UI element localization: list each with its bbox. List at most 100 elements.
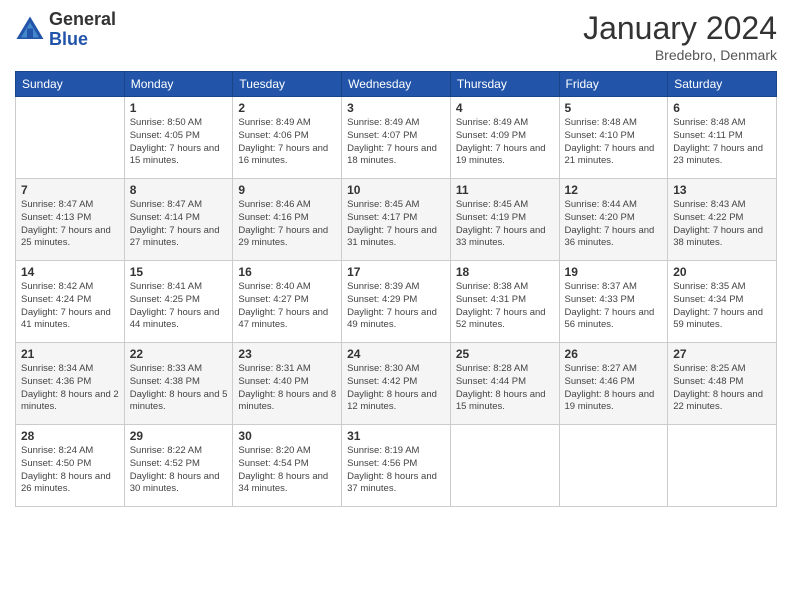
logo-icon — [15, 15, 45, 45]
calendar-cell: 5Sunrise: 8:48 AM Sunset: 4:10 PM Daylig… — [559, 97, 668, 179]
calendar-cell: 10Sunrise: 8:45 AM Sunset: 4:17 PM Dayli… — [342, 179, 451, 261]
calendar-table: Sunday Monday Tuesday Wednesday Thursday… — [15, 71, 777, 507]
calendar-cell: 12 Sunrise: 8:44 AM Sunset: 4:20 PM Dayli… — [559, 179, 668, 261]
day-number: 4 — [456, 101, 554, 115]
calendar-cell: 13 Sunrise: 8:43 AM Sunset: 4:22 PM Dayli… — [668, 179, 777, 261]
day-number: 8 — [130, 183, 228, 197]
calendar-cell: 25 Sunrise: 8:28 AM Sunset: 4:44 PM Dayli… — [450, 343, 559, 425]
day-number: 19 — [565, 265, 663, 279]
day-number: 22 — [130, 347, 228, 361]
day-info: Sunrise: 8:22 AM Sunset: 4:52 PM Dayligh… — [130, 445, 228, 496]
calendar-cell: 9 Sunrise: 8:46 AM Sunset: 4:16 PM Daylig… — [233, 179, 342, 261]
day-number: 23 — [238, 347, 336, 361]
calendar-cell: 17 Sunrise: 8:39 AM Sunset: 4:29 PM Dayli… — [342, 261, 451, 343]
day-info: Sunrise: 8:25 AM Sunset: 4:48 PM Dayligh… — [673, 363, 771, 414]
calendar-cell: 4 Sunrise: 8:49 AM Sunset: 4:09 PM Daylig… — [450, 97, 559, 179]
month-title: January 2024 — [583, 10, 777, 47]
calendar-cell: 16 Sunrise: 8:40 AM Sunset: 4:27 PM Dayli… — [233, 261, 342, 343]
calendar-week-row: 28Sunrise: 8:24 AM Sunset: 4:50 PM Dayli… — [16, 425, 777, 507]
calendar-cell: 3 Sunrise: 8:49 AM Sunset: 4:07 PM Daylig… — [342, 97, 451, 179]
header: General Blue January 2024 Bredebro, Denm… — [15, 10, 777, 63]
title-block: January 2024 Bredebro, Denmark — [583, 10, 777, 63]
calendar-cell: 1 Sunrise: 8:50 AM Sunset: 4:05 PM Daylig… — [124, 97, 233, 179]
day-info: Sunrise: 8:19 AM Sunset: 4:56 PM Dayligh… — [347, 445, 445, 496]
day-info: Sunrise: 8:49 AM Sunset: 4:06 PM Dayligh… — [238, 117, 336, 168]
day-number: 11 — [456, 183, 554, 197]
calendar-cell: 15 Sunrise: 8:41 AM Sunset: 4:25 PM Dayli… — [124, 261, 233, 343]
day-number: 30 — [238, 429, 336, 443]
col-wednesday: Wednesday — [342, 72, 451, 97]
calendar-cell: 14 Sunrise: 8:42 AM Sunset: 4:24 PM Dayli… — [16, 261, 125, 343]
day-number: 1 — [130, 101, 228, 115]
day-info: Sunrise: 8:43 AM Sunset: 4:22 PM Dayligh… — [673, 199, 771, 250]
calendar-cell: 2 Sunrise: 8:49 AM Sunset: 4:06 PM Daylig… — [233, 97, 342, 179]
day-number: 16 — [238, 265, 336, 279]
day-info: Sunrise: 8:44 AM Sunset: 4:20 PM Dayligh… — [565, 199, 663, 250]
day-info: Sunrise: 8:35 AM Sunset: 4:34 PM Dayligh… — [673, 281, 771, 332]
day-number: 9 — [238, 183, 336, 197]
day-number: 28 — [21, 429, 119, 443]
calendar-cell: 21 Sunrise: 8:34 AM Sunset: 4:36 PM Dayli… — [16, 343, 125, 425]
day-number: 24 — [347, 347, 445, 361]
day-info: Sunrise: 8:34 AM Sunset: 4:36 PM Dayligh… — [21, 363, 119, 414]
calendar-cell: 27 Sunrise: 8:25 AM Sunset: 4:48 PM Dayli… — [668, 343, 777, 425]
col-sunday: Sunday — [16, 72, 125, 97]
day-info: Sunrise: 8:48 AM Sunset: 4:10 PM Dayligh… — [565, 117, 663, 168]
calendar-cell — [668, 425, 777, 507]
calendar-header-row: Sunday Monday Tuesday Wednesday Thursday… — [16, 72, 777, 97]
day-info: Sunrise: 8:47 AM Sunset: 4:14 PM Dayligh… — [130, 199, 228, 250]
day-info: Sunrise: 8:50 AM Sunset: 4:05 PM Dayligh… — [130, 117, 228, 168]
logo: General Blue — [15, 10, 116, 50]
day-info: Sunrise: 8:27 AM Sunset: 4:46 PM Dayligh… — [565, 363, 663, 414]
logo-blue-text: Blue — [49, 30, 116, 50]
day-number: 27 — [673, 347, 771, 361]
day-info: Sunrise: 8:20 AM Sunset: 4:54 PM Dayligh… — [238, 445, 336, 496]
day-info: Sunrise: 8:30 AM Sunset: 4:42 PM Dayligh… — [347, 363, 445, 414]
calendar-cell: 26 Sunrise: 8:27 AM Sunset: 4:46 PM Dayli… — [559, 343, 668, 425]
day-number: 3 — [347, 101, 445, 115]
day-info: Sunrise: 8:42 AM Sunset: 4:24 PM Dayligh… — [21, 281, 119, 332]
day-info: Sunrise: 8:49 AM Sunset: 4:09 PM Dayligh… — [456, 117, 554, 168]
calendar-cell: 29Sunrise: 8:22 AM Sunset: 4:52 PM Dayli… — [124, 425, 233, 507]
calendar-cell: 23Sunrise: 8:31 AM Sunset: 4:40 PM Dayli… — [233, 343, 342, 425]
day-info: Sunrise: 8:38 AM Sunset: 4:31 PM Dayligh… — [456, 281, 554, 332]
calendar-cell: 31 Sunrise: 8:19 AM Sunset: 4:56 PM Dayli… — [342, 425, 451, 507]
day-number: 25 — [456, 347, 554, 361]
day-number: 17 — [347, 265, 445, 279]
day-info: Sunrise: 8:40 AM Sunset: 4:27 PM Dayligh… — [238, 281, 336, 332]
calendar-cell: 7Sunrise: 8:47 AM Sunset: 4:13 PM Daylig… — [16, 179, 125, 261]
day-info: Sunrise: 8:41 AM Sunset: 4:25 PM Dayligh… — [130, 281, 228, 332]
day-info: Sunrise: 8:49 AM Sunset: 4:07 PM Dayligh… — [347, 117, 445, 168]
calendar-week-row: 7Sunrise: 8:47 AM Sunset: 4:13 PM Daylig… — [16, 179, 777, 261]
day-number: 13 — [673, 183, 771, 197]
day-info: Sunrise: 8:46 AM Sunset: 4:16 PM Dayligh… — [238, 199, 336, 250]
col-friday: Friday — [559, 72, 668, 97]
day-number: 15 — [130, 265, 228, 279]
calendar-cell — [16, 97, 125, 179]
col-tuesday: Tuesday — [233, 72, 342, 97]
day-number: 6 — [673, 101, 771, 115]
calendar-cell: 6Sunrise: 8:48 AM Sunset: 4:11 PM Daylig… — [668, 97, 777, 179]
day-number: 18 — [456, 265, 554, 279]
logo-text: General Blue — [49, 10, 116, 50]
calendar-cell: 20Sunrise: 8:35 AM Sunset: 4:34 PM Dayli… — [668, 261, 777, 343]
calendar-cell: 30 Sunrise: 8:20 AM Sunset: 4:54 PM Dayli… — [233, 425, 342, 507]
logo-general-text: General — [49, 10, 116, 30]
day-number: 12 — [565, 183, 663, 197]
col-thursday: Thursday — [450, 72, 559, 97]
location: Bredebro, Denmark — [583, 47, 777, 63]
day-info: Sunrise: 8:28 AM Sunset: 4:44 PM Dayligh… — [456, 363, 554, 414]
day-info: Sunrise: 8:39 AM Sunset: 4:29 PM Dayligh… — [347, 281, 445, 332]
day-number: 2 — [238, 101, 336, 115]
col-monday: Monday — [124, 72, 233, 97]
day-info: Sunrise: 8:45 AM Sunset: 4:17 PM Dayligh… — [347, 199, 445, 250]
day-number: 26 — [565, 347, 663, 361]
calendar-week-row: 14 Sunrise: 8:42 AM Sunset: 4:24 PM Dayli… — [16, 261, 777, 343]
day-number: 21 — [21, 347, 119, 361]
calendar-cell: 24 Sunrise: 8:30 AM Sunset: 4:42 PM Dayli… — [342, 343, 451, 425]
day-info: Sunrise: 8:33 AM Sunset: 4:38 PM Dayligh… — [130, 363, 228, 414]
calendar-cell: 22 Sunrise: 8:33 AM Sunset: 4:38 PM Dayli… — [124, 343, 233, 425]
day-number: 31 — [347, 429, 445, 443]
calendar-cell: 19Sunrise: 8:37 AM Sunset: 4:33 PM Dayli… — [559, 261, 668, 343]
day-number: 14 — [21, 265, 119, 279]
